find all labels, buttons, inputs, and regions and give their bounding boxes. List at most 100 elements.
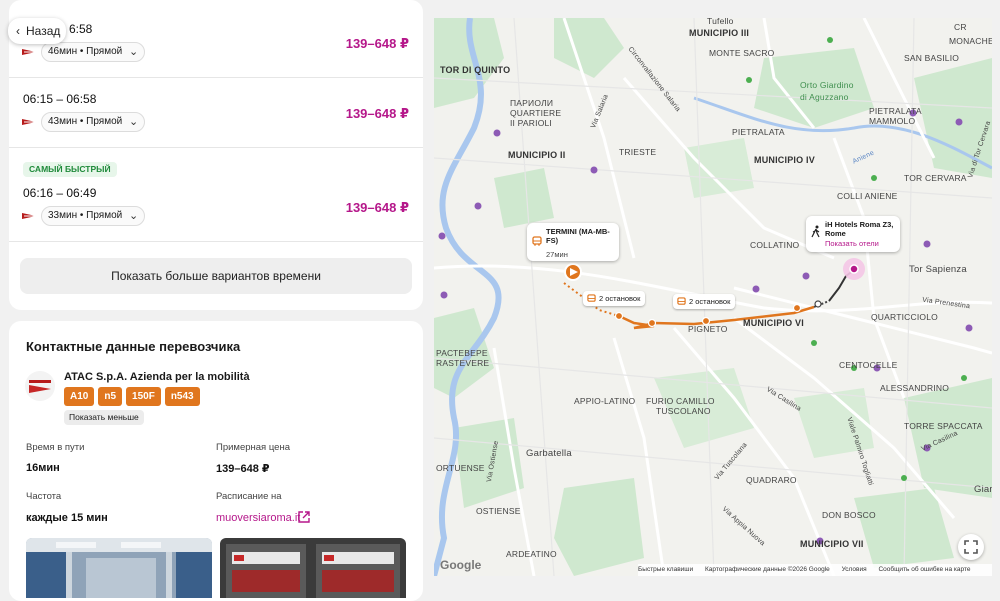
bus-interior-photo [26,538,212,598]
trip-duration: 33мин • Прямой [48,210,123,221]
trip-duration-pill[interactable]: 33мин • Прямой ⌄ [41,206,146,226]
map-label: QUARTIERE [510,108,562,118]
map-label: Tufello [707,18,734,26]
destination-title: iH Hotels Roma Z3, Rome [825,220,894,238]
trip-row[interactable]: 06:15 – 06:58 43мин • Прямой ⌄ 139–648 ₽ [9,78,423,148]
map-data-text: Картографические данные ©2026 Google [704,566,830,573]
map-label: TOR DI QUINTO [440,65,511,75]
external-link-icon[interactable] [298,511,310,523]
bus-icon [532,236,542,246]
origin-title: TERMINI (MA-MB-FS) [546,227,610,245]
frequency-label: Частота [26,491,62,502]
map-label: ORTUENSE [436,463,485,473]
origin-duration: 27мин [546,250,568,259]
map-label: MUNICIPIO VII [800,539,864,549]
trip-duration: 43мин • Прямой [48,116,123,127]
map-label: CENTOCELLE [839,360,898,370]
map-label: CR [954,22,967,32]
google-logo: Google [440,558,482,572]
map-label: MUNICIPIO III [689,28,750,38]
chevron-down-icon: ⌄ [129,46,139,58]
route-map[interactable]: TOR DI QUINTO Tufello MUNICIPIO III MONT… [434,18,992,576]
map-label: ALESSANDRINO [880,383,950,393]
map-label: Garbatella [526,448,572,459]
bus-icon [677,297,686,305]
map-label: PIETRALATA [732,127,785,137]
trip-duration-pill[interactable]: 43мин • Прямой ⌄ [41,112,146,132]
show-less-button[interactable]: Показать меньше [64,410,144,425]
frequency-value: каждые 15 мин [26,512,108,524]
trip-panel: ‹ Назад 6:58 46мин • Прямой ⌄ 139–648 ₽ … [0,0,432,601]
trip-time: 06:15 – 06:58 [23,92,97,106]
map-label: MUNICIPIO II [508,150,566,160]
trip-price: 139–648 ₽ [345,200,409,215]
walking-icon [811,225,820,238]
map-label: MONTE SACRO [709,48,775,58]
price-label: Примерная цена [216,442,290,453]
map-label: ПАРИОЛИ [510,98,554,108]
train-icon [22,49,36,55]
route-chip[interactable]: n543 [164,387,200,406]
trip-price: 139–648 ₽ [345,36,409,51]
map-label: COLLATINO [750,240,800,250]
map-label: ARDEATINO [506,549,557,559]
carrier-card: Контактные данные перевозчика ATAC S.p.A… [9,321,423,601]
map-label: TORRE SPACCATA [904,421,983,431]
origin-callout[interactable]: TERMINI (MA-MB-FS) 27мин [527,223,619,261]
map-label: RASTEVERE [436,358,490,368]
map-label: MONACHESE [949,36,992,46]
trip-time: 6:58 [69,22,93,36]
trip-duration-pill[interactable]: 46мин • Прямой ⌄ [41,42,146,62]
route-chip[interactable]: n5 [98,387,123,406]
map-label: TOR CERVARA [904,173,967,183]
travel-time-value: 16мин [26,462,60,474]
map-label: PIETRALATA [869,106,922,116]
departures-card: 6:58 46мин • Прямой ⌄ 139–648 ₽ 06:15 – … [9,0,423,310]
map-label: TRIESTE [619,147,657,157]
carrier-name: ATAC S.p.A. Azienda per la mobilità [64,371,250,383]
map-label: РАСТЕВЕРЕ [436,348,488,358]
stops-badge: 2 остановок [673,294,736,309]
map-label: MUNICIPIO VI [743,318,804,328]
map-label: II PARIOLI [510,118,552,128]
map-label: QUARTICCIOLO [871,312,938,322]
train-icon [22,213,36,219]
terms-link[interactable]: Условия [842,566,867,573]
stops-badge: 2 остановок [583,291,646,306]
carrier-title: Контактные данные перевозчика [26,339,241,354]
chevron-down-icon: ⌄ [129,210,139,222]
route-chip[interactable]: A10 [64,387,95,406]
report-error-link[interactable]: Сообщить об ошибке на карте [878,566,970,573]
show-more-times-button[interactable]: Показать больше вариантов времени [20,258,412,294]
map-label: Tor Sapienza [909,264,967,275]
schedule-link[interactable]: muoversiaroma.it [216,512,300,524]
trip-row[interactable]: 6:58 46мин • Прямой ⌄ 139–648 ₽ [9,0,423,78]
back-button[interactable]: ‹ Назад [8,18,66,44]
map-label: COLLI ANIENE [837,191,898,201]
map-label: MAMMOLO [869,116,916,126]
ticket-machine-photo [220,538,406,598]
trip-price: 139–648 ₽ [345,106,409,121]
map-label: DON BOSCO [822,510,876,520]
map-label: Giar [974,484,992,495]
map-label: FURIO CAMILLO [646,396,715,406]
keyboard-shortcuts-link[interactable]: Быстрые клавиши [638,566,693,573]
travel-time-label: Время в пути [26,442,85,453]
map-label: SAN BASILIO [904,53,960,63]
destination-link[interactable]: Показать отели [825,239,879,248]
chevron-left-icon: ‹ [16,24,20,38]
route-chip[interactable]: 150F [126,387,161,406]
stops-count: 2 остановок [689,297,731,306]
chevron-down-icon: ⌄ [129,116,139,128]
trip-row[interactable]: САМЫЙ БЫСТРЫЙ 06:16 – 06:49 33мин • Прям… [9,148,423,242]
map-label: MUNICIPIO IV [754,155,815,165]
route-list: A10 n5 150F n543 [64,387,200,406]
trip-duration: 46мин • Прямой [48,46,123,57]
fullscreen-icon [964,540,978,554]
stops-count: 2 остановок [599,294,641,303]
fullscreen-button[interactable] [958,534,984,560]
destination-callout[interactable]: iH Hotels Roma Z3, Rome Показать отели [806,216,900,252]
back-label: Назад [26,24,61,38]
map-label: OSTIENSE [476,506,521,516]
map-label: QUADRARO [746,475,797,485]
